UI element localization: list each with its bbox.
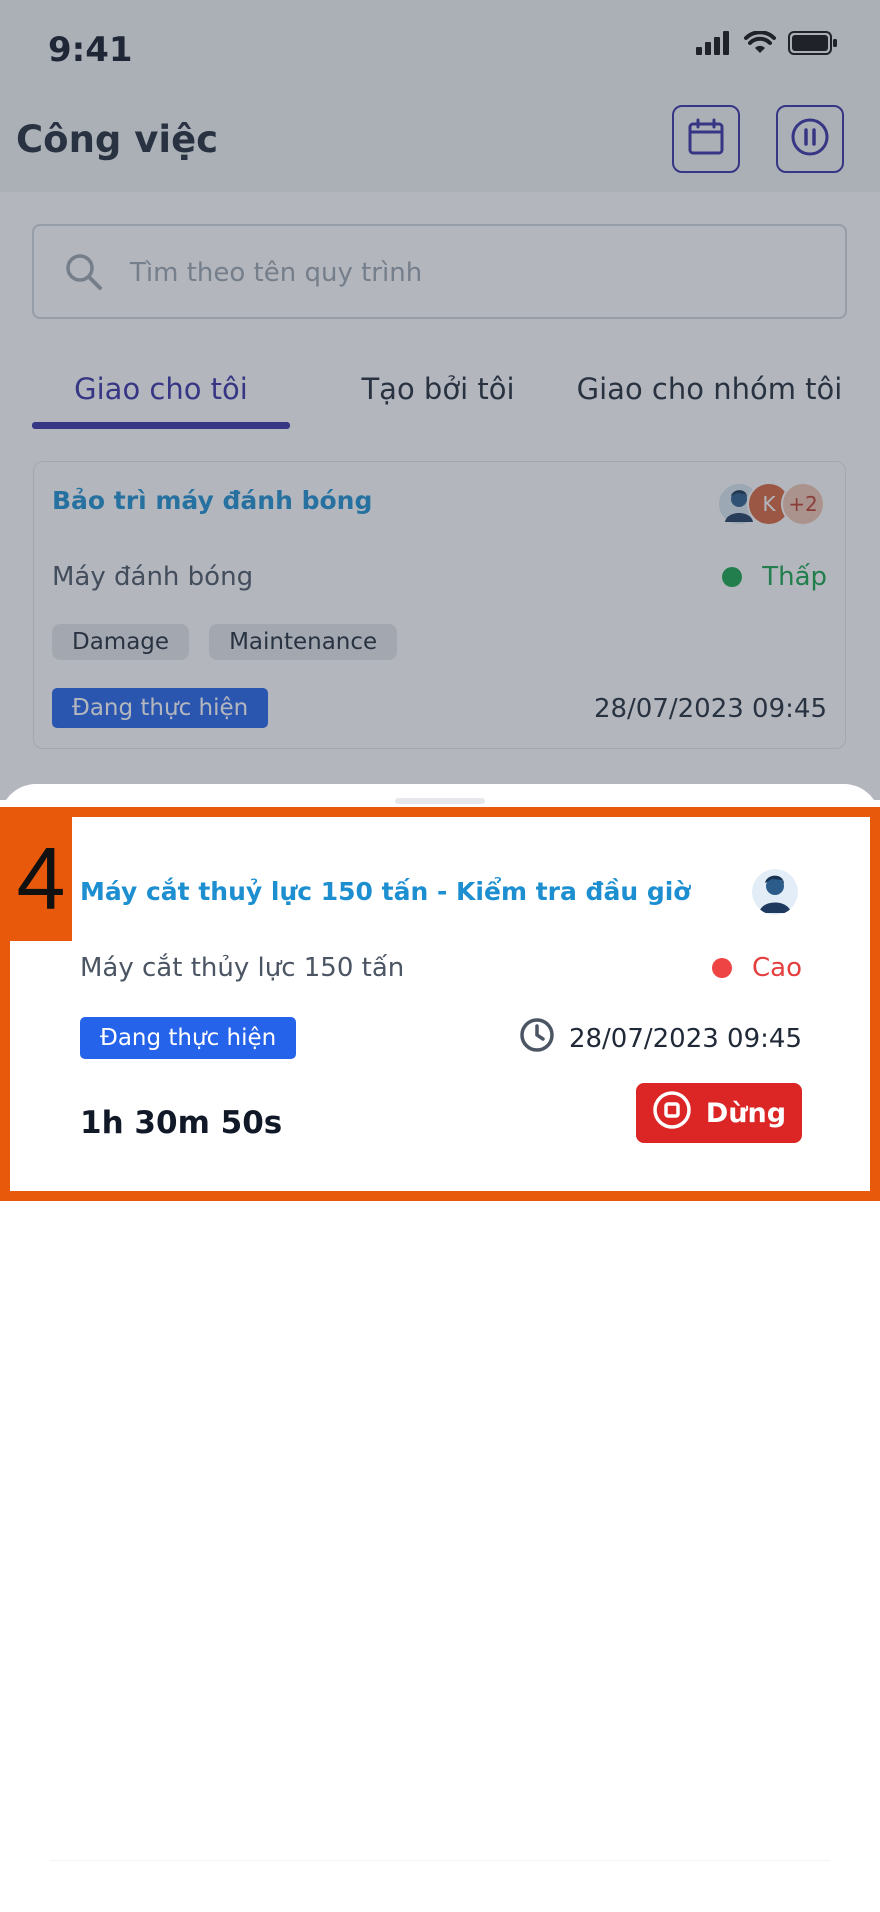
step-number-badge: 4 <box>10 817 72 941</box>
active-task-card[interactable]: 4 Máy cắt thuỷ lực 150 tấn - Kiểm tra đầ… <box>0 807 880 1201</box>
clock-icon <box>519 1017 555 1060</box>
priority-label: Cao <box>752 953 802 983</box>
divider <box>50 1860 830 1861</box>
task-date: 28/07/2023 09:45 <box>568 1023 802 1054</box>
stop-icon <box>652 1090 692 1137</box>
stop-label: Dừng <box>705 1097 787 1129</box>
modal-overlay[interactable] <box>0 0 880 800</box>
app-screen: 9:41 Công việc Tìm theo tên quy trình Gi… <box>0 0 880 1912</box>
task-datetime: 28/07/2023 09:45 <box>519 1017 802 1060</box>
priority-indicator: Cao <box>712 953 802 983</box>
stop-button[interactable]: Dừng <box>636 1083 802 1143</box>
avatar <box>752 869 798 915</box>
elapsed-timer: 1h 30m 50s <box>80 1105 283 1141</box>
status-badge: Đang thực hiện <box>80 1017 297 1059</box>
task-title: Máy cắt thuỷ lực 150 tấn - Kiểm tra đầu … <box>80 877 691 906</box>
sheet-handle[interactable] <box>395 798 485 804</box>
task-list-page: 9:41 Công việc Tìm theo tên quy trình Gi… <box>0 0 880 800</box>
priority-dot <box>712 958 732 978</box>
machine-name: Máy cắt thủy lực 150 tấn <box>80 953 405 983</box>
